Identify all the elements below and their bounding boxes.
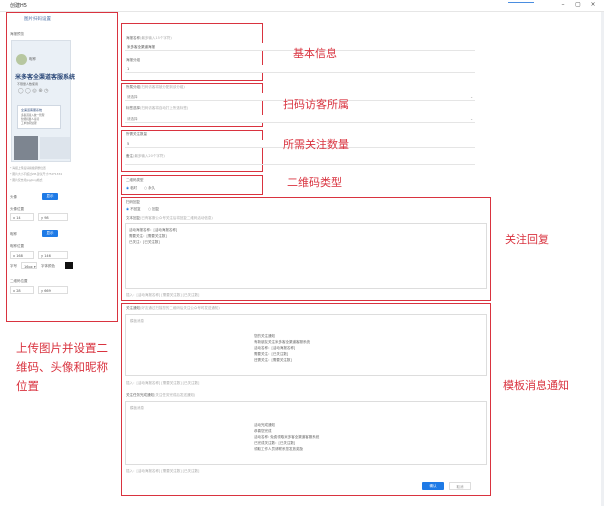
confirm-button[interactable]: 确认 (422, 482, 444, 490)
visitor-group-annotation: 扫码访客所属 (283, 98, 349, 111)
notice-line: 还需关注：[需要关注数] (254, 358, 292, 362)
progress-insert-hint[interactable]: 插入：[活动海报名称] [需要关注数] [已关注数] (126, 381, 199, 386)
follow-count-label: 所需关注数量 (126, 132, 147, 136)
window-title: 创建H5 (10, 3, 27, 9)
qrcode-placeholder[interactable] (14, 136, 38, 160)
upload-note: * 图片大小不超过2M,建议尺寸750*1334 (10, 172, 62, 176)
font-size-select[interactable]: 16px ▾ (21, 262, 37, 269)
visitor-group-label: 所属分组(扫码访客将被分配到该分组) (126, 85, 185, 89)
poster-footer-block (40, 137, 70, 159)
avatar-y-input[interactable]: y 98 (38, 213, 68, 221)
poster-group-label: 海报分组 (126, 58, 140, 62)
font-size-label: 字号 (10, 264, 17, 268)
nickname-toggle-button[interactable]: 显示 (42, 230, 58, 237)
poster-subheadline: 不限量人数使用 (17, 82, 39, 86)
complete-notice-box[interactable]: 模板消息 活动完成通知 恭喜您完成 活动名称: 免费领取米多客全渠道客服系统 已… (125, 401, 487, 465)
follow-reply-annotation: 关注回复 (505, 233, 549, 246)
tag-select-label: 标签选择(扫码访客将自动打上所选标签) (126, 106, 189, 110)
remark-input[interactable] (125, 164, 475, 165)
poster-headline: 米多客全渠道客服系统 (15, 74, 76, 81)
poster-channel-icons: ◯ ◯ ◎ ⊕ ◷ (18, 88, 49, 94)
left-panel-header: 图片扫码设置 (24, 17, 51, 22)
remark-label: 备注(最多输入20个字符) (126, 154, 165, 158)
qr-type-annotation: 二维码类型 (287, 176, 342, 189)
poster-card-item: 工单协同处理 (21, 122, 37, 125)
template-placeholder: 模板消息 (130, 319, 144, 323)
qrcode-position-label: 二维码位置 (10, 279, 28, 283)
tag-select[interactable]: 请选择 ⌄ (125, 115, 475, 123)
poster-nickname: 昵称 (29, 57, 36, 61)
avatar-label: 头像 (10, 195, 17, 199)
follow-count-annotation: 所需关注数量 (283, 138, 349, 151)
text-reply-label: 文本回复(已有客服公众号关注后将回复二维码活动信息) (126, 216, 213, 220)
preview-label: 海报预览 (10, 32, 24, 36)
poster-preview[interactable]: 昵称 米多客全渠道客服系统 不限量人数使用 ◯ ◯ ◎ ⊕ ◷ 全渠道客服系统 … (11, 40, 75, 162)
avatar-toggle-button[interactable]: 显示 (42, 193, 58, 200)
avatar-x-input[interactable]: x 14 (10, 213, 34, 221)
qr-type-label: 二维码类型 (126, 178, 144, 182)
qrcode-x-input[interactable]: x 28 (10, 286, 34, 294)
minimize-icon[interactable]: – (558, 1, 568, 8)
qr-type-option-temp[interactable]: ◉ 临时 (126, 186, 137, 191)
progress-notice-content: 您的关注通知 有新朋友关注米多客全渠道客服系统 活动名称：[活动海报名称] 需要… (254, 333, 350, 373)
maximize-icon[interactable]: ▢ (573, 1, 583, 8)
notice-line: 领取工作人员请联系您发放奖励 (254, 447, 303, 451)
cancel-button[interactable]: 取消 (449, 482, 471, 490)
template-placeholder: 模板消息 (130, 406, 144, 410)
upload-note: * 海报上传后请拖拽调整位置 (10, 166, 46, 170)
complete-notice-label: 关注任务完成通知(关注任务完成后发送通知) (126, 393, 196, 397)
avatar (16, 54, 27, 65)
nickname-x-input[interactable]: x 168 (10, 251, 34, 259)
nickname-position-label: 昵称位置 (10, 244, 24, 248)
poster-name-label: 海报名称(最多输入15个字符) (126, 36, 172, 40)
progress-notice-box[interactable]: 模板消息 您的关注通知 有新朋友关注米多客全渠道客服系统 活动名称：[活动海报名… (125, 314, 487, 376)
title-bar: 创建H5 – ▢ × (0, 0, 604, 12)
scan-reply-label: 扫码回复 (126, 200, 140, 204)
poster-card: 全渠道客服系统 多渠道接入统一管理 智能机器人接待 工单协同处理 (17, 105, 61, 129)
reply-line: 活动海报名称：[活动海报名称] (129, 228, 178, 232)
font-color-swatch[interactable] (65, 262, 73, 269)
reply-line: 需要关注：[需要关注数] (129, 234, 167, 238)
complete-insert-hint[interactable]: 插入：[活动海报名称] [需要关注数] [已关注数] (126, 469, 199, 474)
reply-line: 已关注：[已关注数] (129, 240, 160, 244)
avatar-position-label: 头像位置 (10, 207, 24, 211)
poster-group-select[interactable]: 1 (125, 65, 475, 73)
qrcode-y-input[interactable]: y 669 (38, 286, 68, 294)
template-notice-annotation: 模板消息通知 (503, 379, 569, 392)
reply-option-none[interactable]: ◉ 不回复 (126, 207, 141, 212)
qr-type-option-perm[interactable]: ○ 永久 (144, 186, 155, 191)
title-accent-line (508, 2, 534, 3)
basic-info-annotation: 基本信息 (293, 47, 337, 60)
complete-notice-content: 活动完成通知 恭喜您完成 活动名称: 免费领取米多客全渠道客服系统 已完成关注数… (254, 422, 352, 464)
left-panel-annotation: 上传图片并设置二维码、头像和昵称位置 (16, 341, 108, 393)
close-icon[interactable]: × (588, 1, 598, 8)
text-reply-textarea[interactable]: 活动海报名称：[活动海报名称] 需要关注：[需要关注数] 已关注：[已关注数] (125, 223, 487, 289)
nickname-label: 昵称 (10, 232, 17, 236)
nickname-y-input[interactable]: y 146 (38, 251, 68, 259)
upload-note: * 图片仅支持jpg/png格式 (10, 178, 43, 182)
reply-option-yes[interactable]: ○ 回复 (148, 207, 159, 212)
poster-card-title: 全渠道客服系统 (21, 108, 43, 112)
progress-notice-label: 关注通知(好友通过扫描您的二维码后关注公众号时发送通知) (126, 306, 220, 310)
font-color-label: 字体颜色 (41, 264, 55, 268)
reply-insert-hint[interactable]: 插入：[活动海报名称] [需要关注数] [已关注数] (126, 293, 199, 298)
